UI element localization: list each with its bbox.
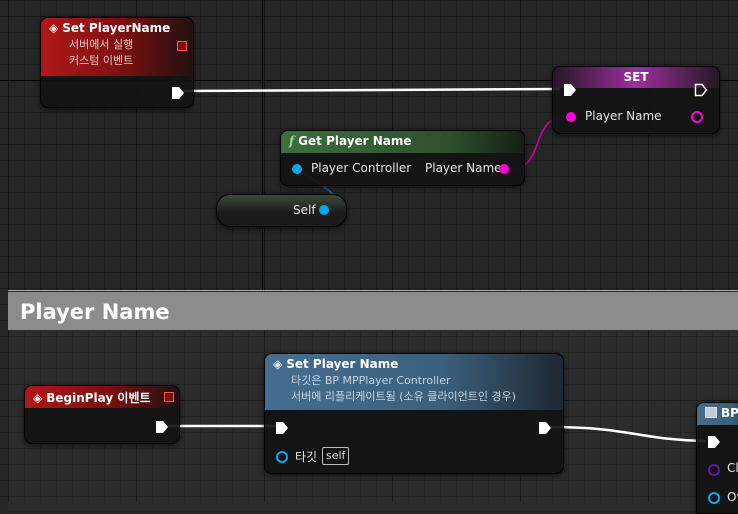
player-controller-label: Player Controller: [311, 161, 412, 175]
beginplay-event-title: BeginPlay 이벤트: [46, 391, 151, 405]
set-playername-event-subtitle-1: 서버에서 실행: [69, 38, 134, 51]
get-player-name-node[interactable]: f Get Player Name Player Controller Playe…: [280, 130, 525, 186]
bp-node-icon: [705, 407, 717, 418]
set-variable-node[interactable]: SET Player Name: [552, 66, 720, 134]
event-diamond-icon: ◈: [49, 21, 59, 35]
bp-node-pin-1-label: Cl: [727, 461, 738, 475]
set-variable-pin-label: Player Name: [585, 109, 662, 123]
player-controller-input-pin[interactable]: [292, 164, 302, 174]
set-player-name-call-replication-desc: 서버에 리플리케이트됨 (소유 클라이언트인 경우): [291, 390, 516, 403]
event-diamond-icon: ◈: [33, 391, 43, 405]
set-playername-event-subtitle-2: 커스텀 이벤트: [69, 54, 134, 67]
set-variable-output-pin[interactable]: [691, 111, 703, 123]
self-node[interactable]: Self: [216, 194, 347, 227]
bp-node-title: BP: [721, 406, 738, 420]
get-player-name-title: Get Player Name: [298, 134, 412, 148]
set-player-name-call-title: Set Player Name: [286, 357, 399, 371]
self-label: Self: [293, 203, 316, 217]
self-output-pin[interactable]: [319, 205, 329, 215]
target-self-value[interactable]: self: [322, 447, 350, 465]
bp-partial-node[interactable]: BP Cl Ov: [696, 402, 738, 514]
set-playername-event-node[interactable]: ◈ Set PlayerName 서버에서 실행 커스텀 이벤트: [40, 17, 194, 108]
delegate-pin-icon[interactable]: [164, 392, 174, 402]
bp-node-pin-1[interactable]: [708, 464, 720, 476]
bp-node-pin-2[interactable]: [708, 492, 720, 504]
set-player-name-call-node[interactable]: ◈ Set Player Name 타깃은 BP MPPlayer Control…: [264, 353, 564, 474]
event-diamond-icon: ◈: [273, 357, 283, 371]
exec-wire-call-to-bp: [549, 425, 707, 443]
target-label: 타깃: [295, 450, 318, 464]
target-input-pin[interactable]: [276, 451, 288, 463]
function-icon: f: [289, 134, 295, 148]
set-player-name-call-target-desc: 타깃은 BP MPPlayer Controller: [291, 374, 451, 387]
player-name-output-label: Player Name: [425, 161, 502, 175]
set-playername-event-title: Set PlayerName: [62, 21, 171, 35]
player-name-output-pin[interactable]: [499, 164, 509, 174]
exec-wire-event-to-set: [181, 87, 561, 93]
delegate-pin-icon[interactable]: [177, 41, 187, 51]
set-variable-input-pin[interactable]: [566, 112, 576, 122]
beginplay-event-node[interactable]: ◈ BeginPlay 이벤트: [24, 385, 180, 444]
set-variable-title: SET: [623, 70, 649, 84]
